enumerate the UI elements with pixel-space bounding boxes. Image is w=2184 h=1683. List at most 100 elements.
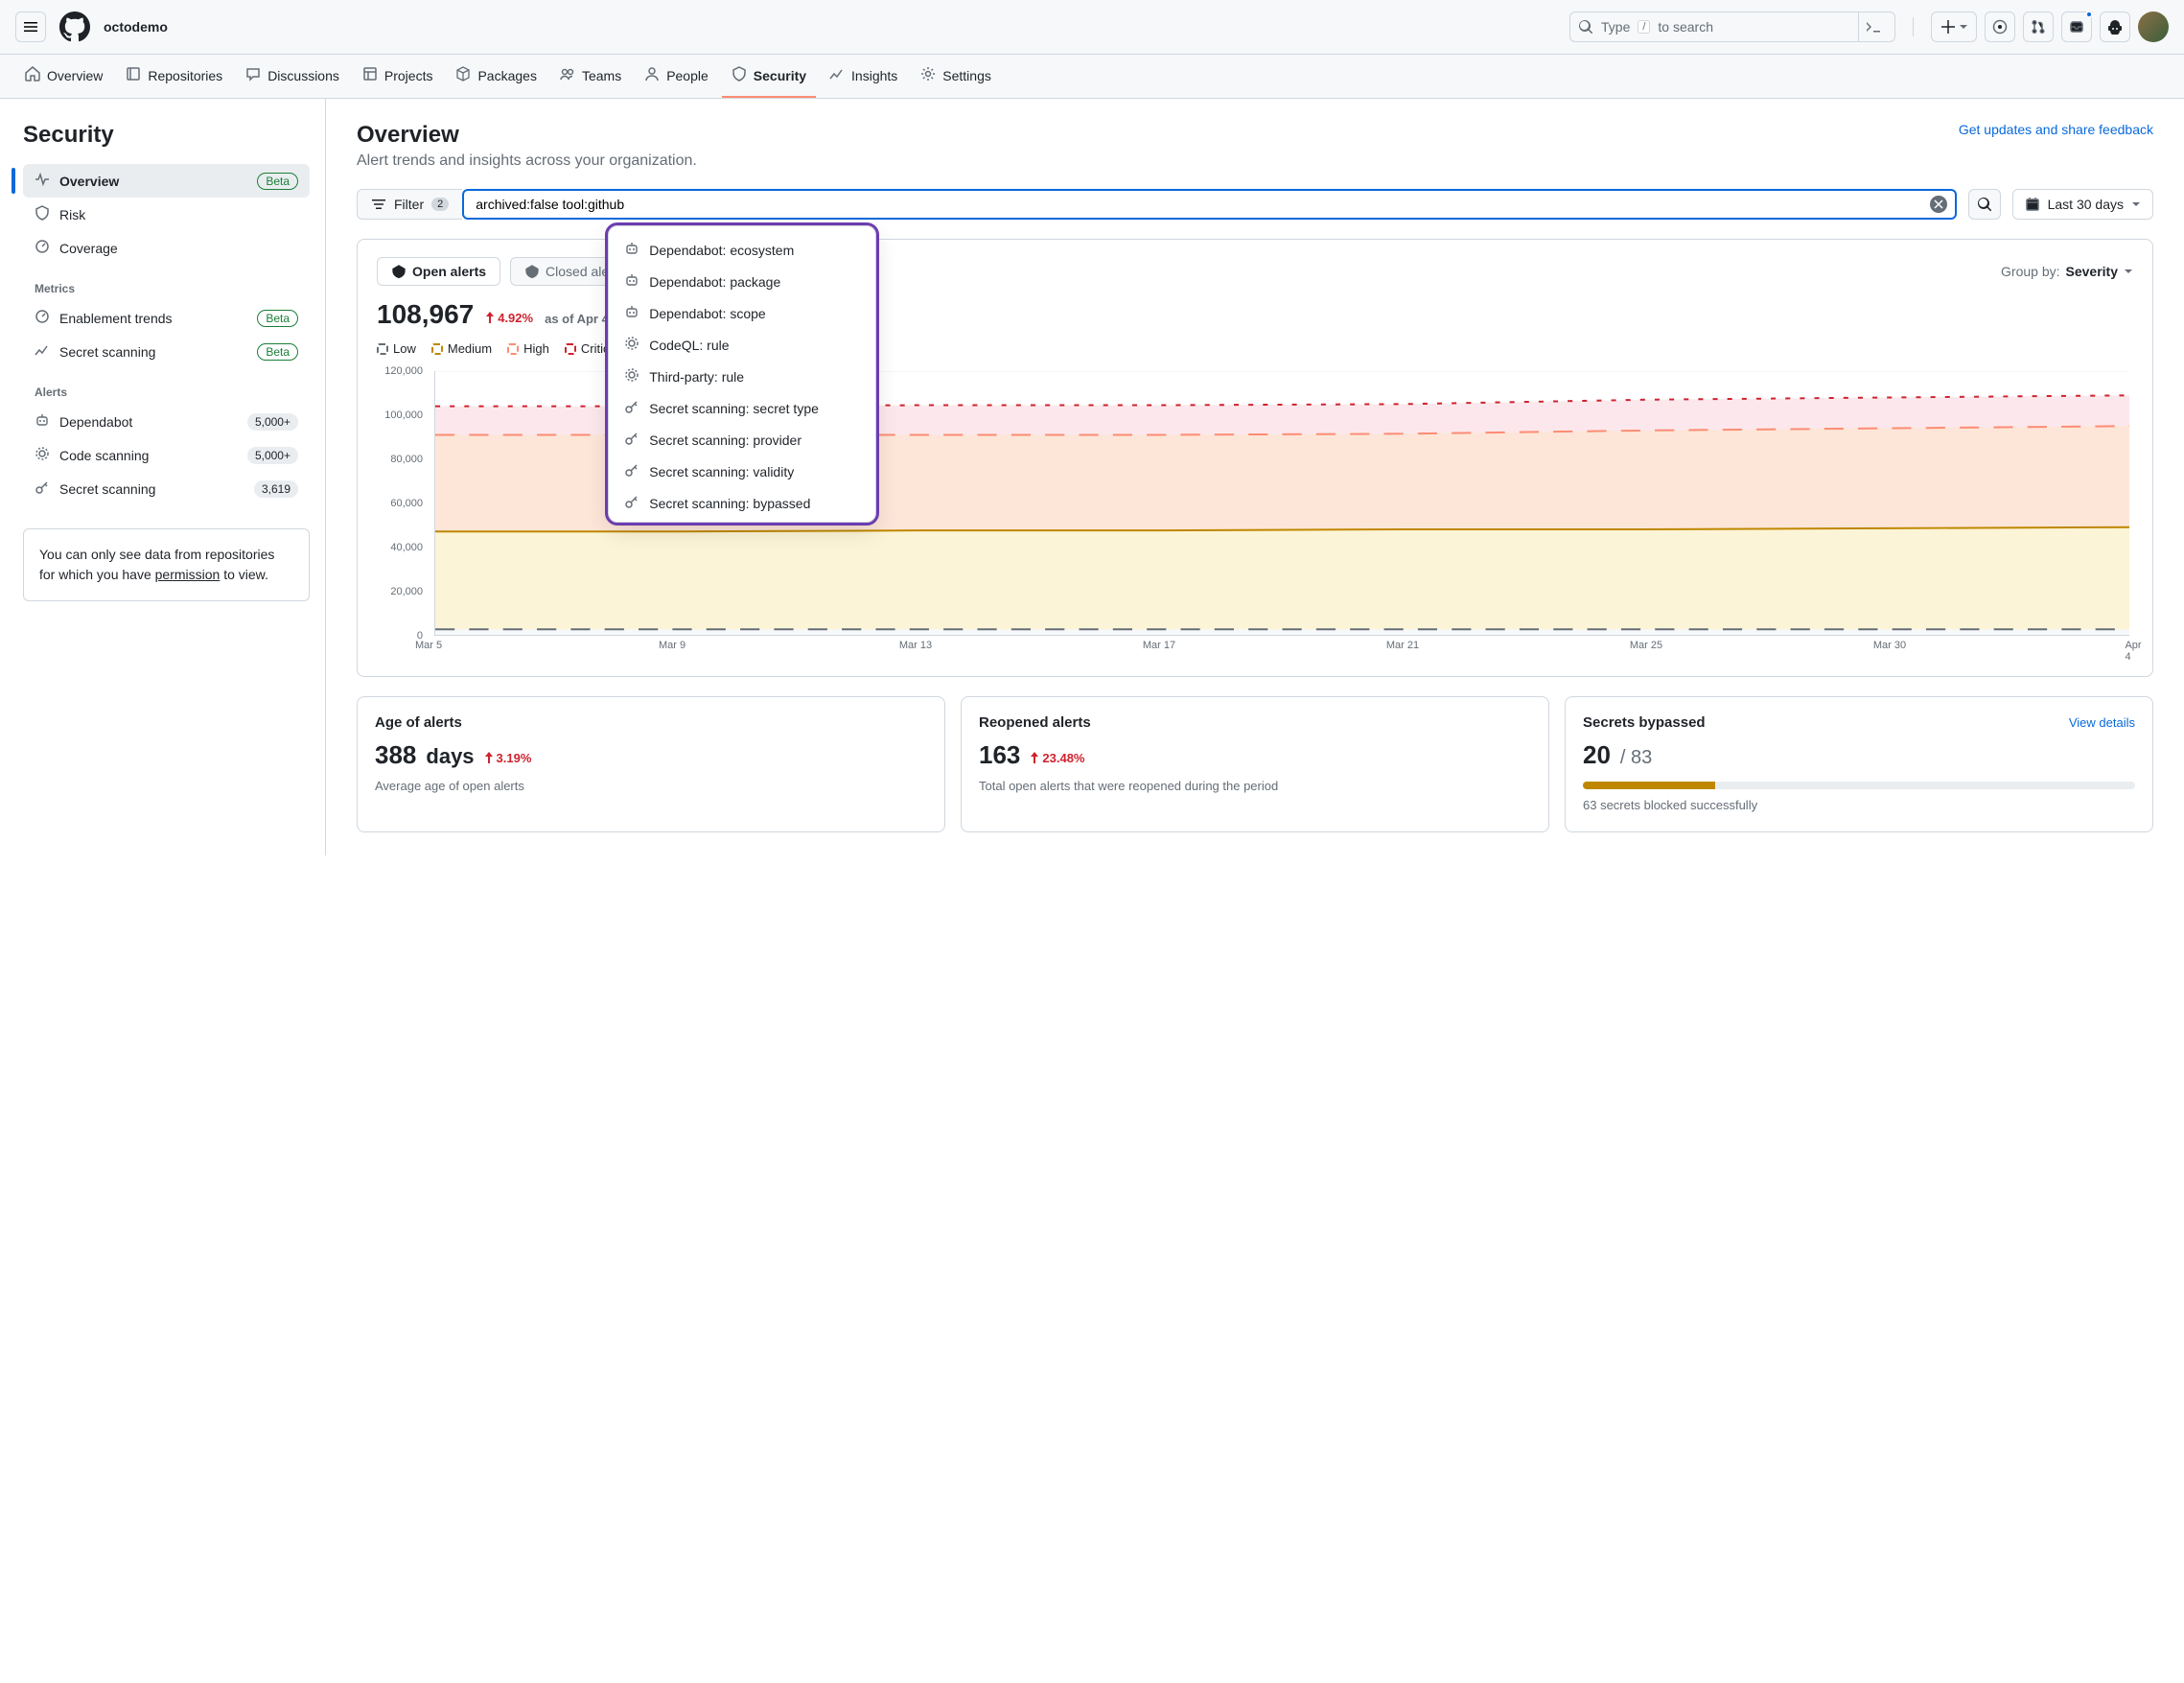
filter-label: Filter [394, 197, 424, 212]
search-hint: to search [1658, 19, 1713, 35]
user-avatar[interactable] [2138, 12, 2169, 42]
key-icon [35, 479, 50, 498]
tab-packages[interactable]: Packages [446, 55, 546, 98]
key-icon [624, 494, 639, 512]
filter-suggestion[interactable]: Dependabot: package [609, 266, 875, 297]
gear-icon [920, 66, 936, 84]
repo-icon [126, 66, 141, 84]
issues-button[interactable] [1985, 12, 2015, 42]
bot-icon [35, 412, 50, 431]
tab-overview[interactable]: Overview [15, 55, 112, 98]
calendar-icon [2025, 197, 2040, 212]
key-icon [624, 431, 639, 449]
open-alerts-tab[interactable]: Open alerts [377, 257, 500, 286]
hamburger-icon [23, 19, 38, 35]
meter-icon [35, 239, 50, 257]
filter-button[interactable]: Filter 2 [357, 189, 462, 220]
clear-filter-button[interactable] [1930, 196, 1947, 213]
legend-swatch [377, 343, 388, 355]
menu-button[interactable] [15, 12, 46, 42]
permission-notice: You can only see data from repositories … [23, 528, 310, 601]
notifications-button[interactable] [2061, 12, 2092, 42]
tab-projects[interactable]: Projects [353, 55, 443, 98]
issue-icon [1992, 19, 2008, 35]
tab-teams[interactable]: Teams [550, 55, 631, 98]
tab-settings[interactable]: Settings [911, 55, 1001, 98]
alert-icon [391, 264, 407, 279]
copilot-button[interactable] [2100, 12, 2130, 42]
pr-icon [2031, 19, 2046, 35]
notification-dot [2085, 11, 2093, 18]
filter-suggestion[interactable]: Dependabot: ecosystem [609, 234, 875, 266]
search-submit-button[interactable] [1968, 189, 2001, 220]
filter-suggestion[interactable]: Third-party: rule [609, 361, 875, 392]
github-logo[interactable] [59, 12, 90, 42]
trend-indicator: 3.19% [484, 751, 532, 765]
progress-bar [1583, 782, 2135, 789]
bot-icon [624, 272, 639, 291]
filter-suggestion[interactable]: Secret scanning: bypassed [609, 487, 875, 519]
sidebar-item-secret-scanning[interactable]: Secret scanning3,619 [23, 472, 310, 505]
tab-people[interactable]: People [635, 55, 718, 98]
tab-security[interactable]: Security [722, 55, 816, 98]
global-search[interactable]: Type / to search [1569, 12, 1895, 42]
key-icon [624, 462, 639, 480]
shield-icon [35, 205, 50, 223]
caret-down-icon [2124, 267, 2133, 276]
people-icon [560, 66, 575, 84]
package-icon [455, 66, 471, 84]
sidebar-item-dependabot[interactable]: Dependabot5,000+ [23, 405, 310, 438]
search-placeholder: Type [1601, 19, 1630, 35]
new-menu-button[interactable] [1931, 12, 1977, 42]
project-icon [362, 66, 378, 84]
sidebar-item-enablement-trends[interactable]: Enablement trendsBeta [23, 301, 310, 335]
group-by-selector[interactable]: Group by: Severity [2001, 264, 2133, 279]
legend-swatch [507, 343, 519, 355]
legend-low[interactable]: Low [377, 341, 416, 356]
meter-icon [35, 309, 50, 327]
bot-icon [624, 304, 639, 322]
home-icon [25, 66, 40, 84]
pull-requests-button[interactable] [2023, 12, 2054, 42]
filter-suggestion[interactable]: Secret scanning: secret type [609, 392, 875, 424]
metric-card-reopened-alerts: Reopened alerts163 23.48%Total open aler… [961, 696, 1549, 832]
filter-suggestions-dropdown: Dependabot: ecosystemDependabot: package… [608, 225, 876, 523]
filter-input[interactable] [476, 191, 1929, 218]
sidebar-item-risk[interactable]: Risk [23, 198, 310, 231]
sidebar-item-secret-scanning[interactable]: Secret scanningBeta [23, 335, 310, 368]
filter-suggestion[interactable]: Dependabot: scope [609, 297, 875, 329]
count-badge: 3,619 [254, 480, 298, 498]
divider [1913, 17, 1914, 36]
total-alerts: 108,967 [377, 299, 474, 330]
legend-medium[interactable]: Medium [431, 341, 492, 356]
shield-check-icon [524, 264, 540, 279]
search-icon [1578, 19, 1593, 35]
tab-repositories[interactable]: Repositories [116, 55, 232, 98]
permission-link[interactable]: permission [155, 567, 221, 582]
command-palette-button[interactable] [1858, 12, 1887, 41]
org-name[interactable]: octodemo [104, 19, 168, 35]
shield-icon [732, 66, 747, 84]
sidebar-item-code-scanning[interactable]: Code scanning5,000+ [23, 438, 310, 472]
copilot-icon [2107, 19, 2123, 35]
sidebar-item-coverage[interactable]: Coverage [23, 231, 310, 265]
sidebar-item-overview[interactable]: OverviewBeta [23, 164, 310, 198]
legend-high[interactable]: High [507, 341, 549, 356]
caret-down-icon [1960, 23, 1967, 31]
filter-suggestion[interactable]: Secret scanning: validity [609, 456, 875, 487]
tab-insights[interactable]: Insights [820, 55, 907, 98]
key-icon [624, 399, 639, 417]
graph-icon [35, 342, 50, 361]
page-subtitle: Alert trends and insights across your or… [357, 152, 697, 170]
filter-suggestion[interactable]: Secret scanning: provider [609, 424, 875, 456]
filter-count: 2 [431, 198, 449, 211]
date-range-selector[interactable]: Last 30 days [2012, 189, 2153, 220]
legend-swatch [431, 343, 443, 355]
feedback-link[interactable]: Get updates and share feedback [1959, 122, 2153, 137]
search-icon [1977, 197, 1992, 212]
caret-down-icon [2131, 199, 2141, 209]
filter-suggestion[interactable]: CodeQL: rule [609, 329, 875, 361]
tab-discussions[interactable]: Discussions [236, 55, 349, 98]
legend-swatch [565, 343, 576, 355]
view-details-link[interactable]: View details [2069, 715, 2135, 730]
